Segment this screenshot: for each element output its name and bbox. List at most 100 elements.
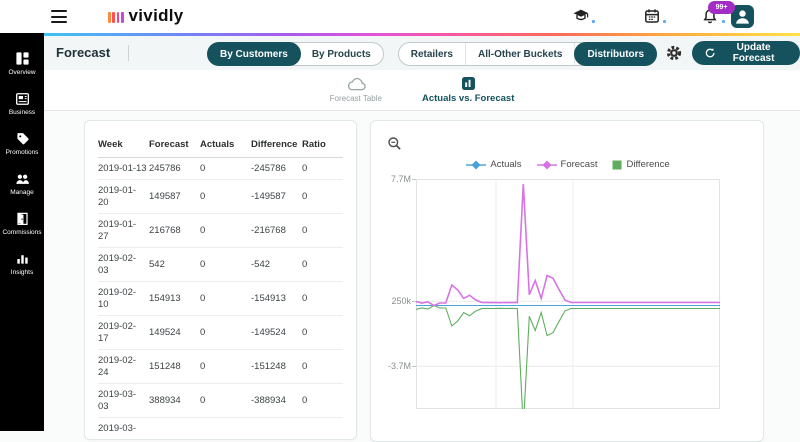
logo-bars-icon xyxy=(108,12,124,23)
column-header-forecast: Forecast xyxy=(149,133,200,158)
graduation-cap-icon[interactable] xyxy=(572,8,590,28)
table-row: 2019-02- 17 149524 0 -149524 0 xyxy=(98,315,343,350)
view-tabs: Forecast Table Actuals vs. Forecast xyxy=(44,70,800,111)
tab-label: Actuals vs. Forecast xyxy=(421,93,515,104)
cloud-icon xyxy=(347,77,366,91)
segmented-group: By Customers By Products xyxy=(207,42,384,66)
legend-item-difference[interactable]: Difference xyxy=(612,159,670,170)
sidebar: Overview Business Promotions Manage Commissi… xyxy=(0,33,44,431)
settings-gear-icon[interactable] xyxy=(666,45,682,61)
sidebar-item-manage[interactable]: Manage xyxy=(0,163,44,203)
cell-ratio xyxy=(302,418,343,440)
cell-forecast: 216768 xyxy=(149,213,200,248)
cell-ratio: 0 xyxy=(302,315,343,350)
cell-forecast: 388934 xyxy=(149,383,200,418)
cell-difference: -149524 xyxy=(251,315,302,350)
notification-badge[interactable]: 99+ xyxy=(708,1,735,14)
legend-item-forecast[interactable]: Forecast xyxy=(536,159,598,170)
column-header-actuals: Actuals xyxy=(200,133,251,158)
commissions-door-icon xyxy=(16,212,28,225)
update-forecast-button[interactable]: Update Forecast xyxy=(692,41,800,65)
cell-actuals: 0 xyxy=(200,157,251,180)
cell-actuals: 0 xyxy=(200,315,251,350)
cell-ratio: 0 xyxy=(302,383,343,418)
cell-ratio: 0 xyxy=(302,179,343,214)
cell-difference: -149587 xyxy=(251,179,302,214)
manage-people-icon xyxy=(15,174,29,184)
legend-label: Forecast xyxy=(560,159,598,170)
table-row: 2019-03- xyxy=(98,418,343,440)
sidebar-item-business[interactable]: Business xyxy=(0,83,44,123)
tab-forecast-table[interactable]: Forecast Table xyxy=(330,76,382,104)
cell-actuals: 0 xyxy=(200,247,251,282)
cell-forecast: 154913 xyxy=(149,281,200,316)
forecast-table-card: Week Forecast Actuals Difference Ratio 2019-… xyxy=(84,120,357,440)
segment-button-by-products[interactable]: By Products xyxy=(300,43,383,65)
cell-difference: -151248 xyxy=(251,349,302,384)
chart-card: Actuals Forecast Difference 7.7M 250k -3.7M xyxy=(370,120,764,442)
legend-item-actuals[interactable]: Actuals xyxy=(466,159,522,170)
segmented-group: Retailers All-Other Buckets Distributors xyxy=(397,42,658,66)
segment-button-all-other-buckets[interactable]: All-Other Buckets xyxy=(466,43,576,65)
sidebar-item-commissions[interactable]: Commissions xyxy=(0,203,44,243)
cell-actuals: 0 xyxy=(200,213,251,248)
cell-ratio: 0 xyxy=(302,349,343,384)
segment-button-distributors[interactable]: Distributors xyxy=(574,42,658,66)
sidebar-item-overview[interactable]: Overview xyxy=(0,43,44,83)
cell-week: 2019-02- 10 xyxy=(98,281,149,316)
tab-label: Forecast Table xyxy=(329,94,382,103)
promotions-tag-icon xyxy=(16,132,29,144)
refresh-icon xyxy=(705,48,715,58)
sidebar-item-label: Business xyxy=(8,108,36,116)
segment-button-retailers[interactable]: Retailers xyxy=(399,43,466,65)
segment-button-by-customers[interactable]: By Customers xyxy=(207,42,301,66)
cell-forecast: 245786 xyxy=(149,157,200,180)
cell-forecast xyxy=(149,418,200,440)
cell-difference: -245786 xyxy=(251,157,302,180)
cell-ratio: 0 xyxy=(302,213,343,248)
sidebar-item-insights[interactable]: Insights xyxy=(0,243,44,283)
cell-ratio: 0 xyxy=(302,247,343,282)
column-header-difference: Difference xyxy=(251,133,302,158)
cell-week: 2019-01- 27 xyxy=(98,213,149,248)
cell-actuals: 0 xyxy=(200,383,251,418)
sidebar-item-label: Manage xyxy=(10,188,34,196)
legend-line-marker xyxy=(466,159,487,170)
logo[interactable]: vividly xyxy=(108,7,184,25)
topbar: vividly 99+ xyxy=(0,0,800,33)
y-axis-tick: -3.7M xyxy=(387,361,411,372)
page-title: Forecast xyxy=(56,45,111,60)
cell-forecast: 149587 xyxy=(149,179,200,214)
cell-actuals: 0 xyxy=(200,349,251,384)
cell-difference: -154913 xyxy=(251,281,302,316)
legend-label: Actuals xyxy=(490,159,522,170)
y-axis-tick: 7.7M xyxy=(390,174,411,184)
sidebar-item-promotions[interactable]: Promotions xyxy=(0,123,44,163)
sidebar-item-label: Commissions xyxy=(2,228,42,236)
series-difference xyxy=(416,304,720,409)
business-news-icon xyxy=(15,92,29,105)
table-row: 2019-01- 27 216768 0 -216768 0 xyxy=(98,213,343,248)
legend-label: Difference xyxy=(626,159,670,170)
cell-difference: -216768 xyxy=(251,213,302,248)
notification-dot xyxy=(592,20,595,23)
notification-dot xyxy=(663,20,666,23)
cell-week: 2019-01- 20 xyxy=(98,179,149,214)
overview-grid-icon xyxy=(15,51,29,65)
column-header-ratio: Ratio xyxy=(302,133,343,158)
table-row: 2019-02- 03 542 0 -542 0 xyxy=(98,247,343,282)
bars-box-icon xyxy=(461,77,475,90)
sidebar-item-label: Insights xyxy=(10,268,34,276)
tab-actuals-vs-forecast[interactable]: Actuals vs. Forecast xyxy=(422,76,514,104)
table-row: 2019-01- 20 149587 0 -149587 0 xyxy=(98,179,343,214)
cell-difference xyxy=(251,418,302,440)
magnifier-icon[interactable] xyxy=(387,136,402,151)
chart-plot[interactable] xyxy=(416,179,720,409)
insights-bars-icon xyxy=(16,254,28,264)
table-row: 2019-01-13 245786 0 -245786 0 xyxy=(98,157,343,180)
cell-forecast: 151248 xyxy=(149,349,200,384)
cell-week: 2019-03- 03 xyxy=(98,383,149,418)
hamburger-menu-icon[interactable] xyxy=(51,10,67,23)
calendar-icon[interactable] xyxy=(644,8,660,29)
cell-ratio: 0 xyxy=(302,157,343,180)
